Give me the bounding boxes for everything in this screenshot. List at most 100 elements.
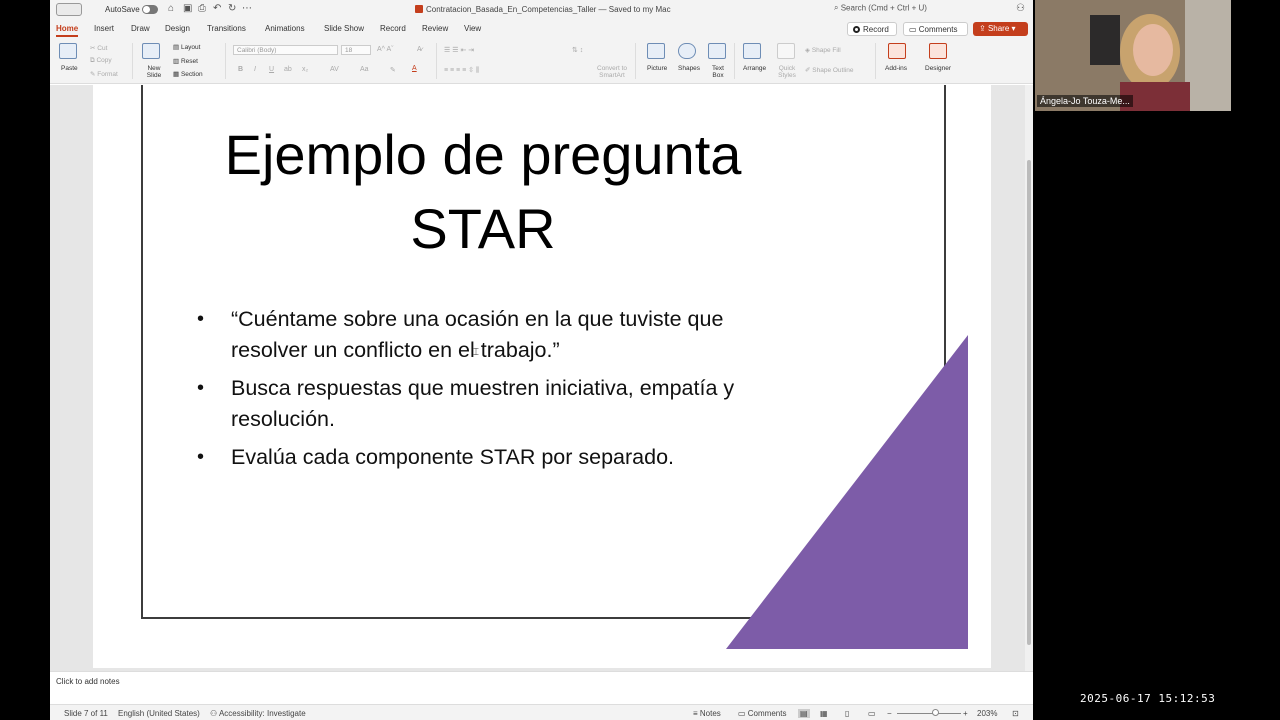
notes-icon: ≡ bbox=[693, 709, 700, 718]
redo-icon[interactable]: ↻ bbox=[228, 3, 236, 14]
divider bbox=[225, 43, 226, 79]
vertical-scrollbar[interactable] bbox=[1025, 85, 1033, 671]
picture-icon[interactable] bbox=[647, 43, 665, 59]
section-icon: ▦ bbox=[173, 71, 181, 78]
shapes-icon[interactable] bbox=[678, 43, 696, 59]
change-case-icon[interactable]: Aa bbox=[360, 66, 369, 73]
ribbon-tabs: Home Insert Draw Design Transitions Anim… bbox=[50, 20, 1033, 39]
bullets-icon[interactable]: ☰ ☰ ⇤ ⇥ bbox=[444, 46, 474, 54]
zoom-in-icon[interactable]: + bbox=[963, 709, 968, 718]
reading-view-icon[interactable]: ▯ bbox=[845, 709, 849, 718]
copy-button[interactable]: ⧉ Copy bbox=[90, 57, 112, 65]
tab-review[interactable]: Review bbox=[422, 24, 448, 33]
language-status[interactable]: English (United States) bbox=[118, 709, 200, 718]
video-wall-art bbox=[1090, 15, 1120, 65]
text-direction-icon[interactable]: ⇅ ↕ bbox=[572, 46, 583, 54]
scrollbar-thumb[interactable] bbox=[1027, 160, 1031, 645]
notes-button[interactable]: ≡ Notes bbox=[693, 709, 721, 718]
bullet-item[interactable]: “Cuéntame sobre una ocasión en la que tu… bbox=[193, 304, 793, 366]
slide-canvas[interactable]: Ejemplo de pregunta STAR “Cuéntame sobre… bbox=[50, 85, 1033, 671]
zoom-slider[interactable] bbox=[897, 713, 961, 714]
layout-button[interactable]: ▤ Layout bbox=[173, 43, 200, 51]
paste-icon[interactable] bbox=[59, 43, 77, 59]
zoom-slider-knob[interactable] bbox=[932, 709, 939, 716]
bullet-item[interactable]: Evalúa cada componente STAR por separado… bbox=[193, 442, 793, 473]
font-color-icon[interactable]: A bbox=[412, 65, 417, 72]
notes-placeholder[interactable]: Click to add notes bbox=[56, 677, 120, 686]
account-icon[interactable]: ⚇ bbox=[1016, 3, 1025, 14]
align-icon[interactable]: ≡ ≡ ≡ ≡ ⇳ ⫼ bbox=[444, 66, 479, 75]
format-painter-button[interactable]: ✎ Format bbox=[90, 70, 118, 78]
tab-insert[interactable]: Insert bbox=[94, 24, 114, 33]
paste-label: Paste bbox=[61, 65, 78, 72]
zoom-out-icon[interactable]: − bbox=[887, 709, 892, 718]
record-button[interactable]: Record bbox=[847, 22, 897, 36]
reset-button[interactable]: ▥ Reset bbox=[173, 57, 198, 65]
add-ins-label: Add-ins bbox=[885, 65, 908, 72]
slide-bullet-list[interactable]: “Cuéntame sobre una ocasión en la que tu… bbox=[193, 304, 793, 480]
quick-styles-icon[interactable] bbox=[777, 43, 795, 59]
add-ins-icon[interactable] bbox=[888, 43, 906, 59]
strikethrough-icon[interactable]: ab bbox=[284, 66, 292, 73]
notes-pane[interactable]: Click to add notes bbox=[50, 671, 1033, 704]
participant-video: Ángela-Jo Touza-Me... bbox=[1035, 0, 1231, 111]
comments-status-button[interactable]: ▭ Comments bbox=[738, 709, 786, 718]
autosave-toggle[interactable] bbox=[142, 5, 158, 14]
slide-sorter-icon[interactable]: ▦ bbox=[820, 709, 828, 718]
bold-icon[interactable]: B bbox=[238, 66, 243, 73]
slideshow-icon[interactable]: ▭ bbox=[868, 709, 876, 718]
document-title-text: Contratacion_Basada_En_Competencias_Tall… bbox=[426, 5, 671, 14]
search-input[interactable]: ⌕ Search (Cmd + Ctrl + U) bbox=[834, 3, 999, 17]
designer-icon[interactable] bbox=[929, 43, 947, 59]
convert-smartart-button[interactable]: Convert to SmartArt bbox=[596, 65, 628, 79]
tab-transitions[interactable]: Transitions bbox=[207, 24, 246, 33]
slide-title[interactable]: Ejemplo de pregunta STAR bbox=[173, 118, 793, 266]
section-button[interactable]: ▦ Section bbox=[173, 70, 203, 78]
font-size-grow-icon[interactable]: A^ Aˇ bbox=[377, 46, 394, 53]
save-icon[interactable]: ▣ bbox=[183, 3, 192, 14]
tab-record[interactable]: Record bbox=[380, 24, 406, 33]
tab-animations[interactable]: Animations bbox=[265, 24, 305, 33]
highlight-icon[interactable]: ✎ bbox=[390, 66, 396, 74]
underline-icon[interactable]: U bbox=[269, 66, 274, 73]
shape-outline-button[interactable]: ✐ Shape Outline bbox=[805, 66, 853, 74]
zoom-level[interactable]: 203% bbox=[977, 709, 997, 718]
fit-to-window-icon[interactable]: ⊡ bbox=[1012, 709, 1019, 718]
normal-view-icon[interactable]: ▤ bbox=[798, 709, 810, 718]
comments-button[interactable]: ▭ Comments bbox=[903, 22, 968, 36]
arrange-icon[interactable] bbox=[743, 43, 761, 59]
divider bbox=[132, 43, 133, 79]
tab-view[interactable]: View bbox=[464, 24, 481, 33]
tab-slide-show[interactable]: Slide Show bbox=[324, 24, 364, 33]
cut-button[interactable]: ✂ Cut bbox=[90, 44, 107, 52]
divider bbox=[875, 43, 876, 79]
share-button[interactable]: ⇪ Share ▾ bbox=[973, 22, 1028, 36]
text-box-icon[interactable] bbox=[708, 43, 726, 59]
more-icon[interactable]: ⋯ bbox=[242, 3, 252, 14]
cut-label: Cut bbox=[97, 45, 108, 52]
font-size-value: 18 bbox=[345, 47, 353, 54]
sidebar-toggle-button[interactable] bbox=[56, 3, 82, 16]
clear-format-icon[interactable]: A̷ bbox=[417, 46, 422, 53]
accessibility-status[interactable]: ⚇ Accessibility: Investigate bbox=[210, 709, 306, 718]
tab-design[interactable]: Design bbox=[165, 24, 190, 33]
powerpoint-file-icon bbox=[415, 5, 423, 13]
new-slide-icon[interactable] bbox=[142, 43, 160, 59]
tab-draw[interactable]: Draw bbox=[131, 24, 150, 33]
tab-home[interactable]: Home bbox=[56, 24, 79, 37]
font-size-select[interactable]: 18 bbox=[341, 45, 371, 55]
home-icon[interactable]: ⌂ bbox=[168, 3, 174, 14]
print-icon[interactable]: ⎙ bbox=[198, 3, 206, 14]
subscript-icon[interactable]: x₂ bbox=[302, 66, 308, 73]
document-title[interactable]: Contratacion_Basada_En_Competencias_Tall… bbox=[415, 5, 671, 14]
font-name-select[interactable]: Calibri (Body) bbox=[233, 45, 338, 55]
record-icon bbox=[853, 26, 860, 33]
slide[interactable]: Ejemplo de pregunta STAR “Cuéntame sobre… bbox=[93, 85, 991, 668]
undo-icon[interactable]: ↶ bbox=[213, 3, 221, 14]
ribbon: Paste ✂ Cut ⧉ Copy ✎ Format New Slide ▤ … bbox=[50, 39, 1033, 84]
italic-icon[interactable]: I bbox=[254, 66, 256, 73]
bullet-item[interactable]: Busca respuestas que muestren iniciativa… bbox=[193, 373, 793, 435]
text-box-label: Text Box bbox=[712, 65, 724, 79]
shape-fill-button[interactable]: ◈ Shape Fill bbox=[805, 46, 841, 54]
character-spacing-icon[interactable]: AV bbox=[330, 66, 339, 73]
